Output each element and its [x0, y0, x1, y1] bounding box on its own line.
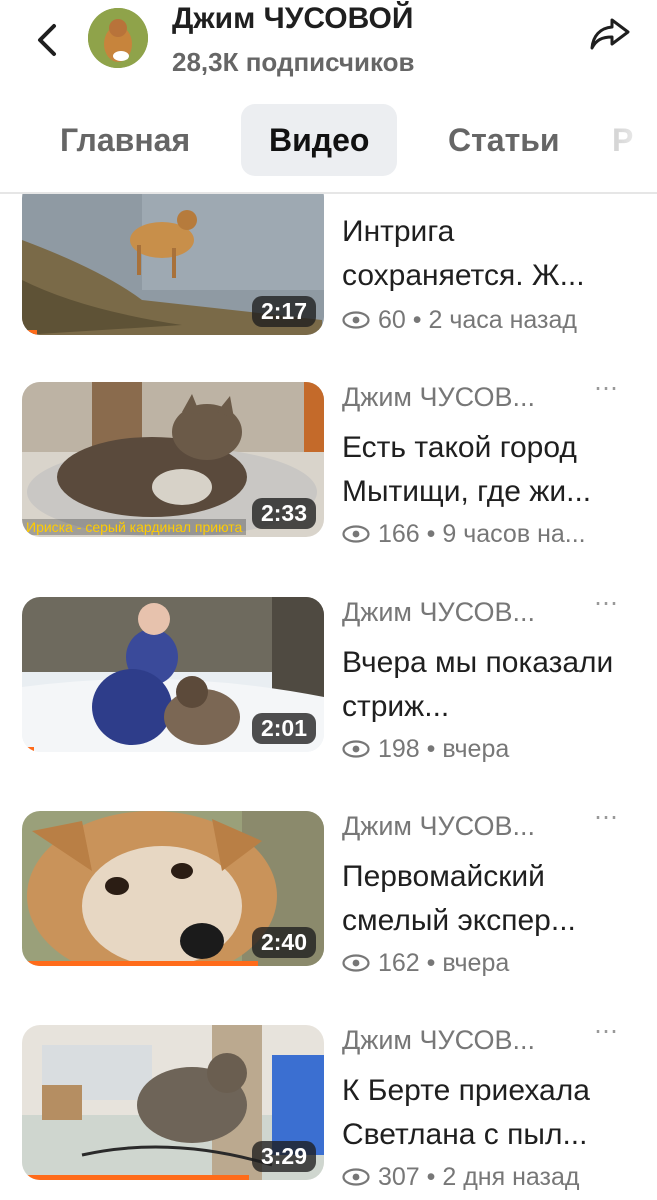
publish-time: вчера: [442, 735, 510, 763]
video-thumbnail[interactable]: 2:17: [22, 180, 324, 335]
publish-time: вчера: [442, 949, 510, 977]
tab-main[interactable]: Главная: [32, 104, 218, 176]
video-item[interactable]: 2:17 Интрига сохраняется. Ж... 60 • 2 ча…: [22, 180, 642, 340]
video-meta: 162 • вчера: [342, 949, 509, 978]
video-author[interactable]: Джим ЧУСОВ...: [342, 382, 535, 413]
more-options-icon[interactable]: ⋯: [594, 374, 619, 403]
video-author[interactable]: Джим ЧУСОВ...: [342, 1025, 535, 1056]
watch-progress-bar: [22, 1175, 249, 1180]
video-thumbnail[interactable]: 2:40: [22, 811, 324, 966]
watch-progress-bar: [22, 747, 35, 752]
video-item[interactable]: 2:40 Джим ЧУСОВ... ⋯ Первомайский смелый…: [22, 804, 642, 977]
video-item[interactable]: Ириска - серый кардинал приюта 2:33 Джим…: [22, 375, 642, 548]
video-meta: 198 • вчера: [342, 735, 509, 764]
view-count: 162: [378, 949, 420, 977]
tab-video[interactable]: Видео: [241, 104, 398, 176]
watch-progress-bar: [22, 330, 38, 335]
video-meta: 307 • 2 дня назад: [342, 1163, 579, 1192]
more-options-icon[interactable]: ⋯: [594, 1017, 619, 1046]
eye-icon: [342, 525, 370, 543]
subscriber-count: 28,3К подписчиков: [172, 47, 415, 77]
publish-time: 9 часов на...: [442, 520, 586, 548]
video-meta: 60 • 2 часа назад: [342, 306, 577, 335]
view-count: 166: [378, 520, 420, 548]
channel-header: Джим ЧУСОВОЙ 28,3К подписчиков: [0, 0, 657, 88]
eye-icon: [342, 1168, 370, 1186]
video-thumbnail[interactable]: 2:01: [22, 597, 324, 752]
video-item[interactable]: 3:29 Джим ЧУСОВ... ⋯ К Берте приехала Св…: [22, 1018, 642, 1191]
video-title[interactable]: Первомайский смелый экспер...: [342, 855, 642, 943]
video-duration: 2:33: [251, 498, 316, 529]
video-title[interactable]: Есть такой город Мытищи, где жи...: [342, 426, 642, 514]
channel-name: Джим ЧУСОВОЙ: [172, 2, 414, 35]
video-duration: 2:01: [251, 713, 316, 744]
eye-icon: [342, 740, 370, 758]
video-thumbnail[interactable]: 3:29: [22, 1025, 324, 1180]
video-item[interactable]: 2:01 Джим ЧУСОВ... ⋯ Вчера мы показали с…: [22, 590, 642, 763]
more-options-icon[interactable]: ⋯: [594, 589, 619, 618]
channel-avatar[interactable]: [88, 8, 148, 68]
eye-icon: [342, 954, 370, 972]
video-thumbnail[interactable]: Ириска - серый кардинал приюта 2:33: [22, 382, 324, 537]
tabs-fade: [617, 96, 657, 190]
publish-time: 2 часа назад: [428, 306, 577, 334]
video-title[interactable]: Вчера мы показали стриж...: [342, 641, 642, 729]
back-arrow-icon[interactable]: [28, 20, 68, 60]
view-count: 307: [378, 1163, 420, 1191]
publish-time: 2 дня назад: [442, 1163, 580, 1191]
video-duration: 3:29: [251, 1141, 316, 1172]
channel-tabs: Главная Видео Статьи Р: [0, 96, 657, 194]
watch-progress-bar: [22, 961, 258, 966]
more-options-icon[interactable]: ⋯: [594, 803, 619, 832]
video-author[interactable]: Джим ЧУСОВ...: [342, 811, 535, 842]
view-count: 60: [378, 306, 406, 334]
share-icon[interactable]: [588, 14, 632, 54]
eye-icon: [342, 311, 370, 329]
video-meta: 166 • 9 часов на...: [342, 520, 586, 549]
thumbnail-caption: Ириска - серый кардинал приюта: [22, 519, 247, 535]
video-title[interactable]: К Берте приехала Светлана с пыл...: [342, 1069, 642, 1157]
video-duration: 2:40: [251, 927, 316, 958]
view-count: 198: [378, 735, 420, 763]
video-title[interactable]: Интрига сохраняется. Ж...: [342, 210, 642, 298]
video-author[interactable]: Джим ЧУСОВ...: [342, 597, 535, 628]
video-duration: 2:17: [251, 296, 316, 327]
tab-articles[interactable]: Статьи: [420, 104, 588, 176]
